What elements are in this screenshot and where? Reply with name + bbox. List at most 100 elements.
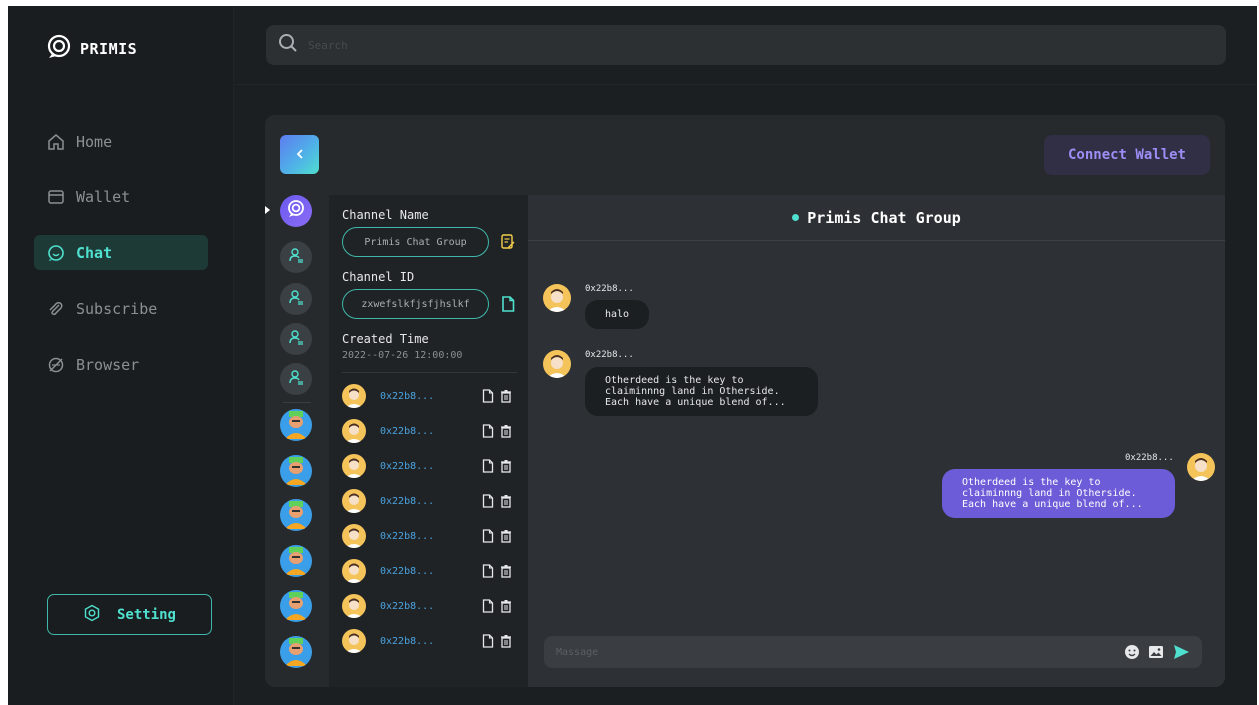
avatar-icon [342, 384, 366, 408]
paperclip-icon [46, 299, 66, 319]
copy-icon[interactable] [501, 296, 515, 312]
member-row[interactable]: 0x22b8... [342, 453, 520, 479]
message-text: claiminnng land in Otherside. [962, 488, 1137, 499]
channel-avatar-list [265, 195, 329, 687]
channel-avatar-user[interactable] [280, 283, 312, 315]
search-bar[interactable] [266, 25, 1226, 65]
image-icon[interactable] [1148, 644, 1164, 660]
sidebar-item-subscribe[interactable]: Subscribe [34, 291, 208, 326]
member-address: 0x22b8... [380, 635, 435, 647]
member-address: 0x22b8... [380, 600, 435, 612]
user-icon [288, 289, 304, 309]
connect-wallet-button[interactable]: Connect Wallet [1044, 135, 1210, 175]
user-icon [288, 247, 304, 267]
member-row[interactable]: 0x22b8... [342, 558, 520, 584]
message-sender: 0x22b8... [585, 350, 634, 360]
member-row[interactable]: 0x22b8... [342, 593, 520, 619]
member-address: 0x22b8... [380, 530, 435, 542]
avatar[interactable] [543, 284, 571, 312]
chevron-left-icon [294, 145, 306, 164]
trash-icon[interactable] [500, 633, 516, 649]
sidebar-item-label: Wallet [76, 187, 131, 206]
copy-icon[interactable] [482, 458, 498, 474]
message-input[interactable] [556, 646, 1116, 658]
user-icon [288, 329, 304, 349]
logo-text: PRIMIS [80, 40, 138, 58]
trash-icon[interactable] [500, 388, 516, 404]
member-row[interactable]: 0x22b8... [342, 628, 520, 654]
sidebar-item-label: Subscribe [76, 299, 158, 318]
search-icon [278, 33, 298, 57]
avatar-icon [342, 524, 366, 548]
copy-icon[interactable] [482, 423, 498, 439]
copy-icon[interactable] [482, 388, 498, 404]
trash-icon[interactable] [500, 458, 516, 474]
channel-avatar-primis[interactable] [280, 195, 312, 227]
trash-icon[interactable] [500, 493, 516, 509]
channel-avatar-nft[interactable] [280, 636, 312, 668]
search-input[interactable] [308, 38, 1188, 52]
channel-avatar-user[interactable] [280, 241, 312, 273]
emoji-icon[interactable] [1124, 644, 1140, 660]
send-icon[interactable] [1173, 644, 1189, 660]
sidebar: PRIMIS Home Wallet Chat Subscribe Browse… [8, 6, 234, 705]
channel-avatar-nft[interactable] [280, 455, 312, 487]
message-composer [544, 636, 1202, 668]
message-bubble: halo [585, 300, 650, 329]
user-icon [288, 369, 304, 389]
trash-icon[interactable] [500, 563, 516, 579]
primis-logo-icon [286, 199, 306, 223]
avatar-icon [342, 559, 366, 583]
sidebar-item-chat[interactable]: Chat [34, 235, 208, 270]
edit-icon[interactable] [501, 234, 515, 250]
sidebar-item-label: Chat [76, 243, 113, 262]
avatar-icon [342, 629, 366, 653]
copy-icon[interactable] [482, 598, 498, 614]
avatar-icon [342, 419, 366, 443]
back-button[interactable] [280, 135, 319, 174]
gear-icon [83, 604, 101, 626]
chat-header: Primis Chat Group [528, 195, 1225, 241]
ape-avatar-icon [280, 455, 312, 487]
copy-icon[interactable] [482, 633, 498, 649]
ape-avatar-icon [280, 499, 312, 531]
top-bar [235, 6, 1257, 85]
chat-icon [46, 243, 66, 263]
sidebar-item-wallet[interactable]: Wallet [34, 179, 208, 214]
message-text: claiminnng land in Otherside. [605, 386, 780, 397]
channel-avatar-nft[interactable] [280, 545, 312, 577]
message-text: Each have a unique blend of... [962, 499, 1143, 510]
copy-icon[interactable] [482, 528, 498, 544]
trash-icon[interactable] [500, 528, 516, 544]
home-icon [46, 132, 66, 152]
sidebar-item-home[interactable]: Home [34, 124, 208, 159]
avatar[interactable] [543, 350, 571, 378]
channel-name-field[interactable]: Primis Chat Group [342, 227, 489, 257]
channel-avatar-user[interactable] [280, 363, 312, 395]
sidebar-item-label: Browser [76, 355, 140, 374]
member-row[interactable]: 0x22b8... [342, 488, 520, 514]
member-row[interactable]: 0x22b8... [342, 418, 520, 444]
avatar-icon [1187, 458, 1215, 481]
copy-icon[interactable] [482, 563, 498, 579]
channel-avatar-nft[interactable] [280, 499, 312, 531]
sidebar-item-browser[interactable]: Browser [34, 347, 208, 382]
created-time-label: Created Time [342, 332, 429, 346]
chat-panel: Connect Wallet Channel Name Primis Chat … [265, 115, 1225, 687]
sidebar-item-label: Home [76, 132, 113, 151]
setting-button[interactable]: Setting [47, 594, 212, 635]
channel-avatar-nft[interactable] [280, 409, 312, 441]
message-text: Otherdeed is the key to [605, 375, 744, 386]
channel-avatar-user[interactable] [280, 323, 312, 355]
channel-info: Channel Name Primis Chat Group Channel I… [329, 195, 528, 687]
trash-icon[interactable] [500, 598, 516, 614]
member-row[interactable]: 0x22b8... [342, 383, 520, 409]
message-bubble: Otherdeed is the key to claiminnng land … [585, 367, 818, 416]
channel-id-field[interactable]: zxwefslkfjsfjhslkf [342, 289, 489, 319]
trash-icon[interactable] [500, 423, 516, 439]
avatar[interactable] [1187, 453, 1215, 481]
member-row[interactable]: 0x22b8... [342, 523, 520, 549]
copy-icon[interactable] [482, 493, 498, 509]
logo[interactable]: PRIMIS [46, 34, 137, 64]
channel-avatar-nft[interactable] [280, 590, 312, 622]
